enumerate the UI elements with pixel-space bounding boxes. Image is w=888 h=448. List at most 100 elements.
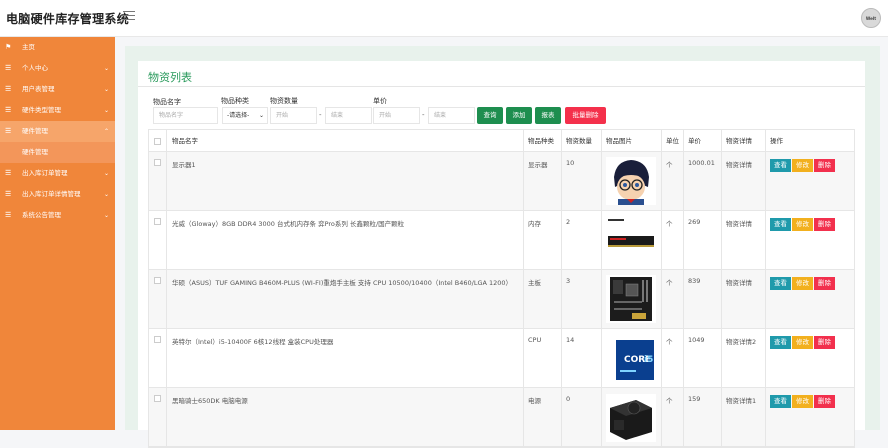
- delete-button[interactable]: 删除: [814, 277, 835, 290]
- sidebar-item-announcements[interactable]: ☰ 系统公告管理 ⌄: [0, 205, 115, 226]
- type-select-value: -请选择-: [227, 112, 250, 119]
- delete-button[interactable]: 删除: [814, 159, 835, 172]
- cell-detail: 物资详情: [721, 270, 765, 328]
- type-filter-select[interactable]: -请选择- ⌄: [222, 107, 268, 124]
- chevron-down-icon: ⌄: [103, 86, 109, 93]
- menu-icon: ☰: [5, 211, 12, 219]
- edit-button[interactable]: 修改: [792, 277, 813, 290]
- cell-detail: 物资详情: [721, 152, 765, 210]
- menu-toggle-icon[interactable]: [123, 11, 135, 23]
- cell-actions: 查看 修改 删除: [765, 329, 856, 387]
- table-row: 显示器1 显示器 10 个 1000.01 物资详情 查看 修改 删除: [149, 152, 854, 211]
- cell-image: [601, 152, 661, 210]
- list-panel: 物资列表 物品名字 物品名字 物品种类 -请选择- ⌄ 物资数量 开始 - 结束…: [138, 61, 865, 448]
- cell-actions: 查看 修改 删除: [765, 388, 856, 446]
- row-checkbox[interactable]: [154, 218, 161, 225]
- col-header-qty: 物资数量: [561, 130, 601, 151]
- motherboard-image: [606, 275, 656, 323]
- sidebar-item-label: 硬件类型管理: [22, 106, 61, 114]
- sidebar-item-label: 出入库订单详情管理: [22, 190, 81, 198]
- col-header-image: 物品图片: [601, 130, 661, 151]
- search-button[interactable]: 查询: [477, 107, 503, 124]
- cell-name: 光威（Gloway）8GB DDR4 3000 台式机内存条 弈Pro系列 长鑫…: [166, 211, 523, 269]
- chevron-down-icon: ⌄: [103, 65, 109, 72]
- view-button[interactable]: 查看: [770, 336, 791, 349]
- cell-detail: 物资详情: [721, 211, 765, 269]
- sidebar-item-hardware[interactable]: ☰ 硬件管理 ⌃: [0, 121, 115, 142]
- sidebar-item-order-details[interactable]: ☰ 出入库订单详情管理 ⌄: [0, 184, 115, 205]
- cell-price: 839: [683, 270, 721, 328]
- cell-image: [601, 270, 661, 328]
- flag-icon: ⚑: [5, 43, 12, 51]
- chevron-down-icon: ⌄: [103, 107, 109, 114]
- row-checkbox[interactable]: [154, 336, 161, 343]
- table-row: 黑暗骑士650DK 电脑电源 电源 0 个 159 物资详情1 查看 修改 删除: [149, 388, 854, 447]
- power-supply-image: [606, 394, 656, 442]
- row-checkbox[interactable]: [154, 395, 161, 402]
- name-filter-input[interactable]: 物品名字: [153, 107, 218, 124]
- sidebar-item-label: 出入库订单管理: [22, 169, 68, 177]
- cell-qty: 3: [561, 270, 601, 328]
- view-button[interactable]: 查看: [770, 218, 791, 231]
- sidebar-item-label: 个人中心: [22, 64, 48, 72]
- type-filter-label: 物品种类: [221, 97, 249, 105]
- sidebar-item-home[interactable]: ⚑ 主页: [0, 37, 115, 58]
- cell-unit: 个: [661, 270, 683, 328]
- sidebar-item-profile[interactable]: ☰ 个人中心 ⌄: [0, 58, 115, 79]
- range-dash: -: [319, 111, 322, 119]
- view-button[interactable]: 查看: [770, 277, 791, 290]
- cell-name: 黑暗骑士650DK 电脑电源: [166, 388, 523, 446]
- chevron-up-icon: ⌃: [103, 128, 109, 135]
- sidebar-item-users[interactable]: ☰ 用户表管理 ⌄: [0, 79, 115, 100]
- sidebar: ⚑ 主页 ☰ 个人中心 ⌄ ☰ 用户表管理 ⌄ ☰ 硬件类型管理 ⌄ ☰ 硬件管…: [0, 37, 115, 430]
- qty-end-input[interactable]: 结束: [325, 107, 372, 124]
- row-checkbox[interactable]: [154, 277, 161, 284]
- page-title: 物资列表: [148, 71, 192, 84]
- table-row: 华硕（ASUS）TUF GAMING B460M-PLUS (WI-FI)重炮手…: [149, 270, 854, 329]
- col-header-price: 单价: [683, 130, 721, 151]
- cell-qty: 0: [561, 388, 601, 446]
- sidebar-item-label: 主页: [22, 43, 35, 51]
- edit-button[interactable]: 修改: [792, 336, 813, 349]
- cpu-box-image: CORE i5: [610, 336, 660, 384]
- price-end-input[interactable]: 结束: [428, 107, 475, 124]
- price-start-input[interactable]: 开始: [373, 107, 420, 124]
- select-all-checkbox[interactable]: [154, 138, 161, 145]
- table-row: 英特尔（Intel）i5-10400F 6核12线程 盒装CPU处理器 CPU …: [149, 329, 854, 388]
- cell-qty: 2: [561, 211, 601, 269]
- delete-button[interactable]: 删除: [814, 218, 835, 231]
- sidebar-item-label: 系统公告管理: [22, 211, 61, 219]
- delete-button[interactable]: 删除: [814, 395, 835, 408]
- chevron-down-icon: ⌄: [103, 212, 109, 219]
- memory-stick-image: [606, 216, 656, 264]
- batch-delete-button[interactable]: 批量删除: [565, 107, 606, 124]
- edit-button[interactable]: 修改: [792, 395, 813, 408]
- menu-icon: ☰: [5, 190, 12, 198]
- view-button[interactable]: 查看: [770, 159, 791, 172]
- cell-unit: 个: [661, 388, 683, 446]
- edit-button[interactable]: 修改: [792, 159, 813, 172]
- cell-type: 显示器: [523, 152, 561, 210]
- svg-text:i5: i5: [644, 355, 653, 365]
- price-filter-label: 单价: [373, 97, 387, 105]
- divider: [138, 86, 865, 87]
- cell-image: [601, 388, 661, 446]
- view-button[interactable]: 查看: [770, 395, 791, 408]
- sidebar-subitem-hardware[interactable]: 硬件管理: [0, 142, 115, 163]
- add-button[interactable]: 添加: [506, 107, 532, 124]
- delete-button[interactable]: 删除: [814, 336, 835, 349]
- cell-unit: 个: [661, 211, 683, 269]
- sidebar-item-hardware-types[interactable]: ☰ 硬件类型管理 ⌄: [0, 100, 115, 121]
- row-checkbox[interactable]: [154, 159, 161, 166]
- qty-start-input[interactable]: 开始: [270, 107, 317, 124]
- edit-button[interactable]: 修改: [792, 218, 813, 231]
- menu-icon: ☰: [5, 106, 12, 114]
- cell-type: 内存: [523, 211, 561, 269]
- content-area: 物资列表 物品名字 物品名字 物品种类 -请选择- ⌄ 物资数量 开始 - 结束…: [125, 46, 880, 448]
- qty-filter-label: 物资数量: [270, 97, 298, 105]
- menu-icon: ☰: [5, 85, 12, 93]
- sidebar-item-orders[interactable]: ☰ 出入库订单管理 ⌄: [0, 163, 115, 184]
- avatar[interactable]: Welt: [861, 8, 881, 28]
- report-button[interactable]: 报表: [535, 107, 561, 124]
- cell-price: 159: [683, 388, 721, 446]
